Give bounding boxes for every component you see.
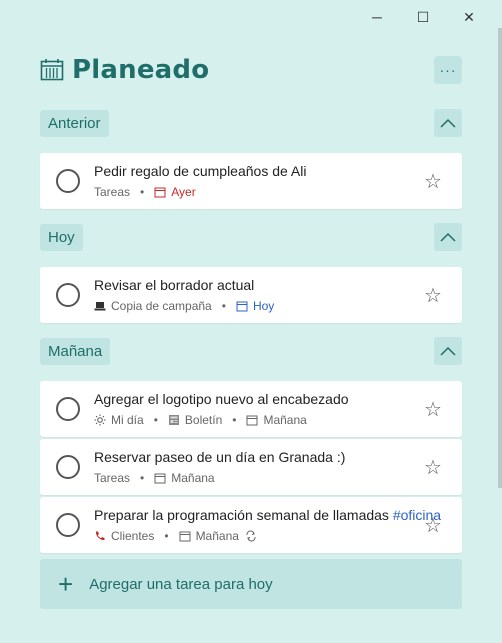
complete-checkbox[interactable]	[56, 283, 80, 307]
group-label[interactable]: Hoy	[40, 223, 83, 251]
minimize-button[interactable]: ─	[354, 6, 400, 28]
group-hoy: Hoy Revisar el borrador actual Copia de …	[40, 223, 462, 325]
complete-checkbox[interactable]	[56, 455, 80, 479]
due-date: Ayer	[171, 185, 196, 199]
group-label[interactable]: Mañana	[40, 337, 111, 365]
complete-checkbox[interactable]	[56, 513, 80, 537]
task-list: Clientes	[111, 529, 155, 543]
phone-icon	[95, 531, 105, 541]
scrollbar[interactable]	[498, 28, 502, 488]
star-icon[interactable]: ☆	[418, 169, 448, 194]
plus-icon: +	[58, 569, 74, 599]
calendar-icon	[236, 301, 248, 312]
calendar-grid-icon	[40, 59, 64, 81]
task-item[interactable]: Revisar el borrador actual Copia de camp…	[40, 267, 462, 323]
close-button[interactable]: ✕	[446, 6, 492, 28]
chevron-up-icon	[440, 118, 456, 128]
star-icon[interactable]: ☆	[418, 283, 448, 308]
add-task-button[interactable]: + Agregar una tarea para hoy	[40, 559, 462, 609]
task-title: Agregar el logotipo nuevo al encabezado	[94, 391, 349, 407]
due-date: Mañana	[171, 471, 215, 485]
task-list: Tareas	[94, 471, 131, 485]
chevron-up-icon	[440, 346, 456, 356]
calendar-icon	[154, 187, 166, 198]
repeat-icon	[246, 530, 256, 542]
task-title-text: Preparar la programación semanal de llam…	[94, 507, 389, 523]
add-task-label: Agregar una tarea para hoy	[89, 575, 273, 593]
task-list: Copia de campaña	[111, 299, 212, 313]
task-item[interactable]: Reservar paseo de un día en Granada :) T…	[40, 439, 462, 495]
star-icon[interactable]: ☆	[418, 455, 448, 480]
complete-checkbox[interactable]	[56, 397, 80, 421]
calendar-icon	[246, 415, 258, 426]
task-item[interactable]: Pedir regalo de cumpleaños de Ali Tareas…	[40, 153, 462, 209]
task-title: Revisar el borrador actual	[94, 277, 255, 293]
chevron-up-icon	[440, 232, 456, 242]
collapse-button[interactable]	[434, 337, 462, 365]
star-icon[interactable]: ☆	[418, 513, 448, 538]
sun-icon	[94, 414, 106, 426]
due-date: Hoy	[252, 299, 275, 313]
my-day-label: Mi día	[111, 413, 144, 427]
window-controls: ─ ☐ ✕	[354, 6, 492, 28]
due-date: Mañana	[263, 413, 307, 427]
laptop-icon	[94, 302, 106, 311]
due-date: Mañana	[195, 529, 239, 543]
task-title: Reservar paseo de un día en Granada :)	[94, 449, 346, 465]
more-options-button[interactable]: ···	[434, 56, 462, 84]
task-title: Preparar la programación semanal de llam…	[94, 507, 441, 523]
group-label[interactable]: Anterior	[40, 109, 109, 137]
page-title: Planeado	[72, 55, 210, 85]
task-item[interactable]: Preparar la programación semanal de llam…	[40, 497, 462, 553]
maximize-button[interactable]: ☐	[400, 6, 446, 28]
task-list: Boletín	[184, 413, 223, 427]
collapse-button[interactable]	[434, 223, 462, 251]
calendar-icon	[154, 473, 166, 484]
task-item[interactable]: Agregar el logotipo nuevo al encabezado …	[40, 381, 462, 437]
page-header: Planeado ···	[40, 52, 462, 88]
task-title: Pedir regalo de cumpleaños de Ali	[94, 163, 307, 179]
complete-checkbox[interactable]	[56, 169, 80, 193]
star-icon[interactable]: ☆	[418, 397, 448, 422]
calendar-icon	[179, 531, 191, 542]
group-manana: Mañana Agregar el logotipo nuevo al enca…	[40, 337, 462, 555]
newspaper-icon	[168, 415, 179, 425]
task-list: Tareas	[94, 185, 131, 199]
collapse-button[interactable]	[434, 109, 462, 137]
group-anterior: Anterior Pedir regalo de cumpleaños de A…	[40, 109, 462, 211]
